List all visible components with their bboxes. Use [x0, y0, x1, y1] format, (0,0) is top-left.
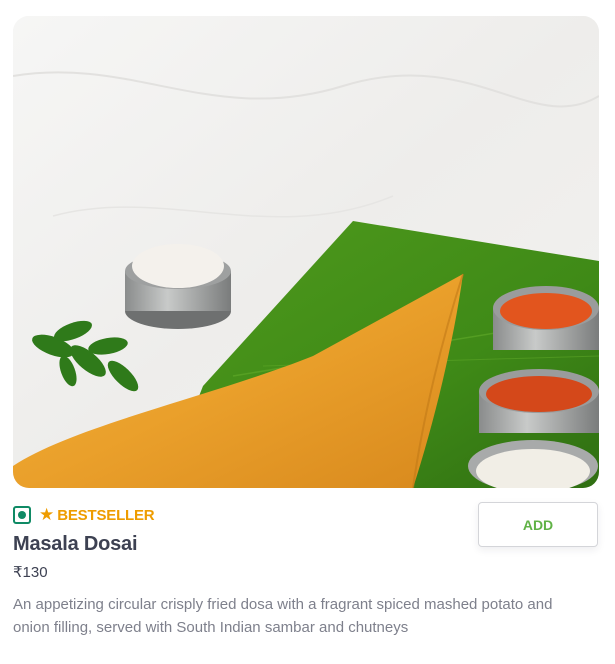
star-icon: ★: [39, 505, 55, 524]
item-tags: ★ BESTSELLER: [13, 505, 155, 525]
item-description: An appetizing circular crisply fried dos…: [13, 596, 553, 636]
add-button[interactable]: ADD: [478, 502, 598, 547]
item-price: ₹130: [13, 564, 48, 581]
menu-item-card: ★ BESTSELLER Masala Dosai ₹130 An appeti…: [0, 0, 615, 664]
masala-dosa-photo: [13, 16, 599, 488]
food-image[interactable]: [13, 16, 599, 488]
veg-indicator-icon: [13, 506, 31, 524]
item-name: Masala Dosai: [13, 533, 138, 555]
bestseller-badge: BESTSELLER: [57, 506, 155, 524]
